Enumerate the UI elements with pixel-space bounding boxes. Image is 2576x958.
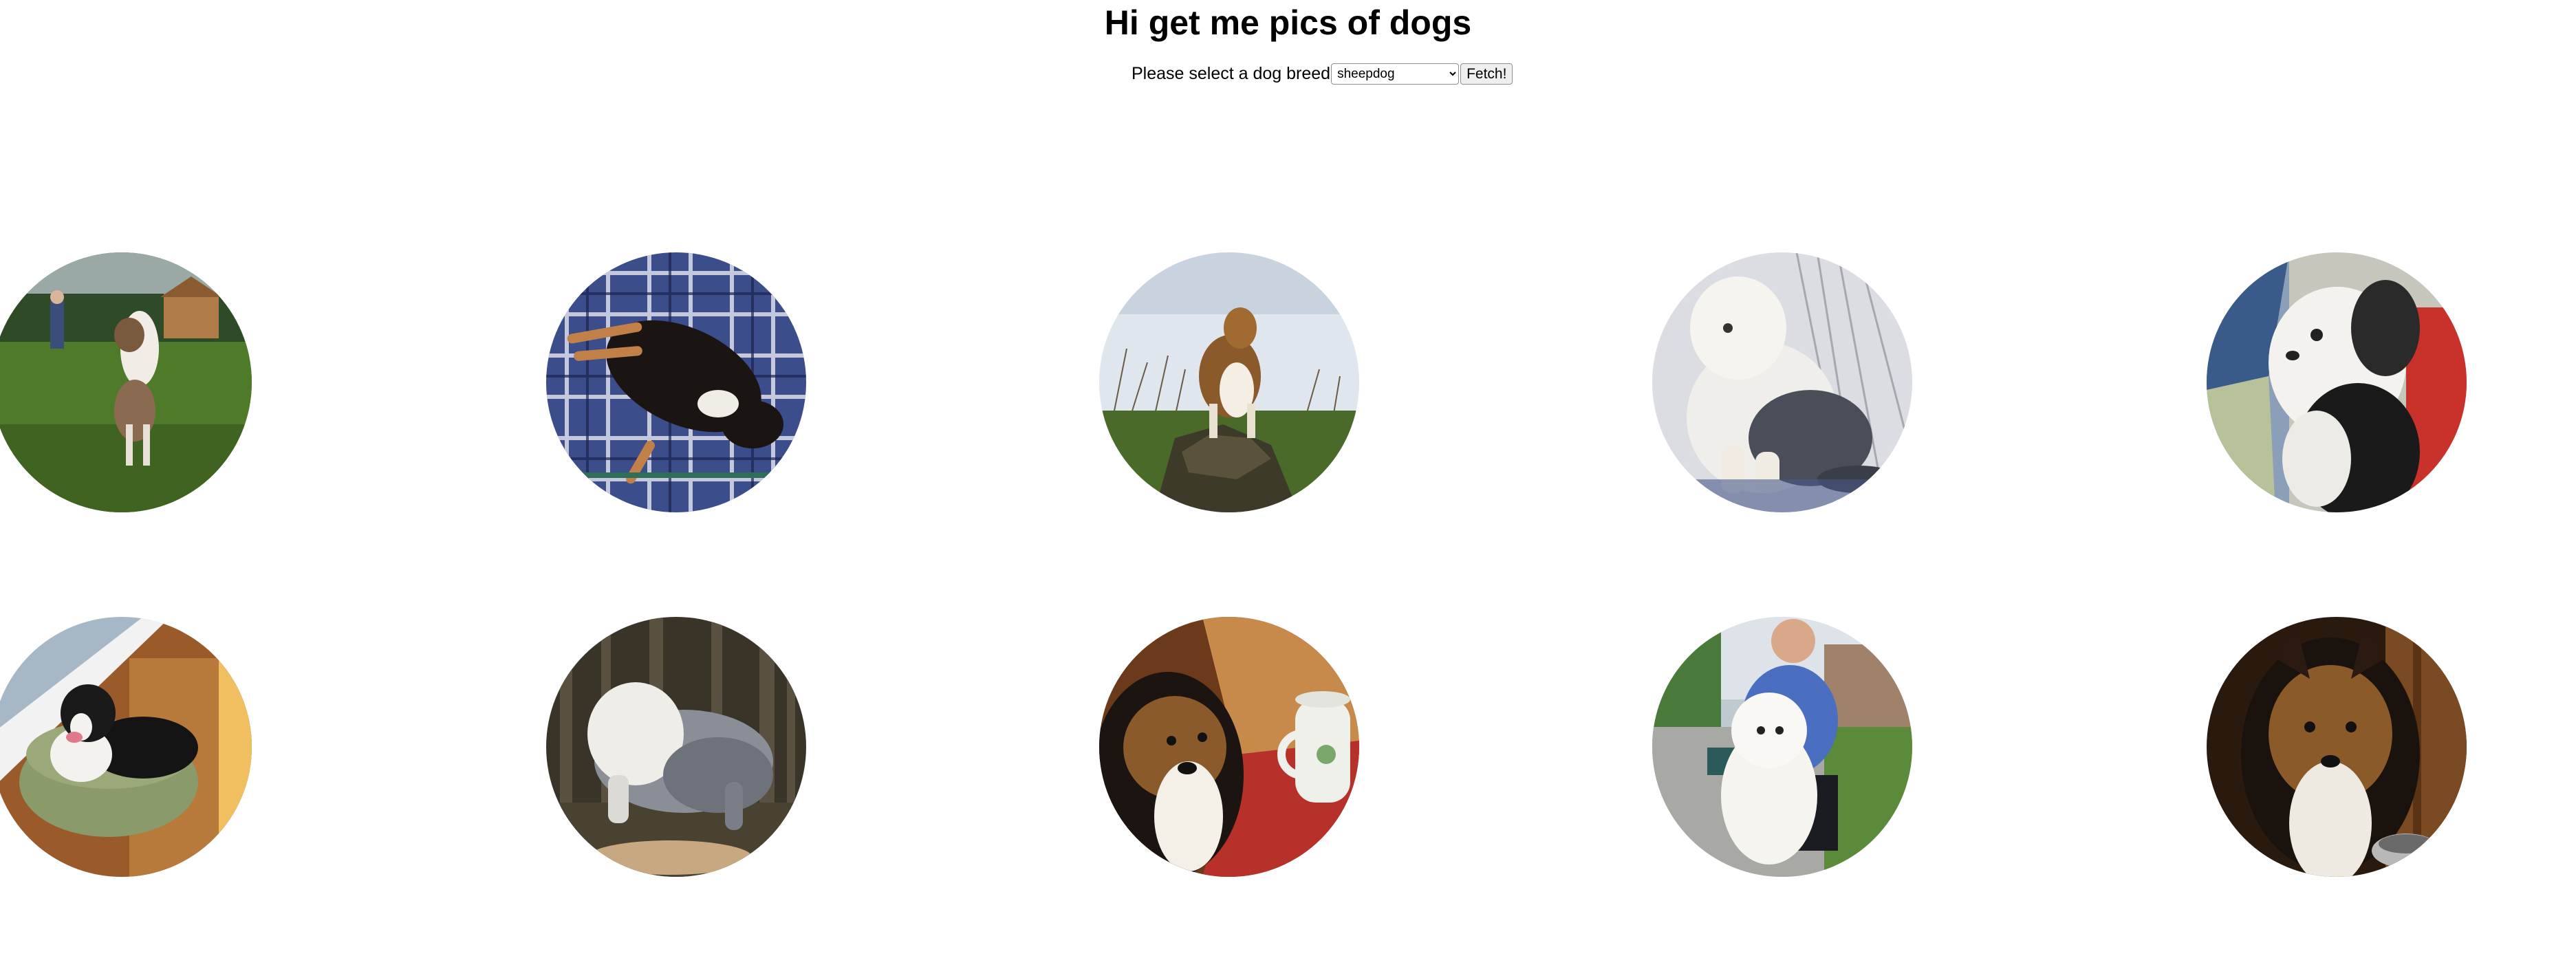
- fetch-button[interactable]: Fetch!: [1460, 63, 1513, 85]
- dog-photo-4: [1652, 252, 1912, 512]
- breed-form: Please select a dog breed sheepdog Fetch…: [1132, 63, 1513, 85]
- dog-photo-8: [1099, 617, 1359, 877]
- breed-select[interactable]: sheepdog: [1331, 63, 1460, 85]
- dog-photo-3: [1099, 252, 1359, 512]
- dog-photo-6: [0, 617, 252, 877]
- dog-photo-7: [546, 617, 806, 877]
- dog-photo-9: [1652, 617, 1912, 877]
- dog-photo-10: [2207, 617, 2467, 877]
- page: Hi get me pics of dogs Please select a d…: [0, 0, 2576, 958]
- dog-photo-1: [0, 252, 252, 512]
- dog-photo-5: [2207, 252, 2467, 512]
- page-title: Hi get me pics of dogs: [1104, 3, 1472, 42]
- dog-photo-2: [546, 252, 806, 512]
- breed-select-label: Please select a dog breed: [1132, 64, 1331, 83]
